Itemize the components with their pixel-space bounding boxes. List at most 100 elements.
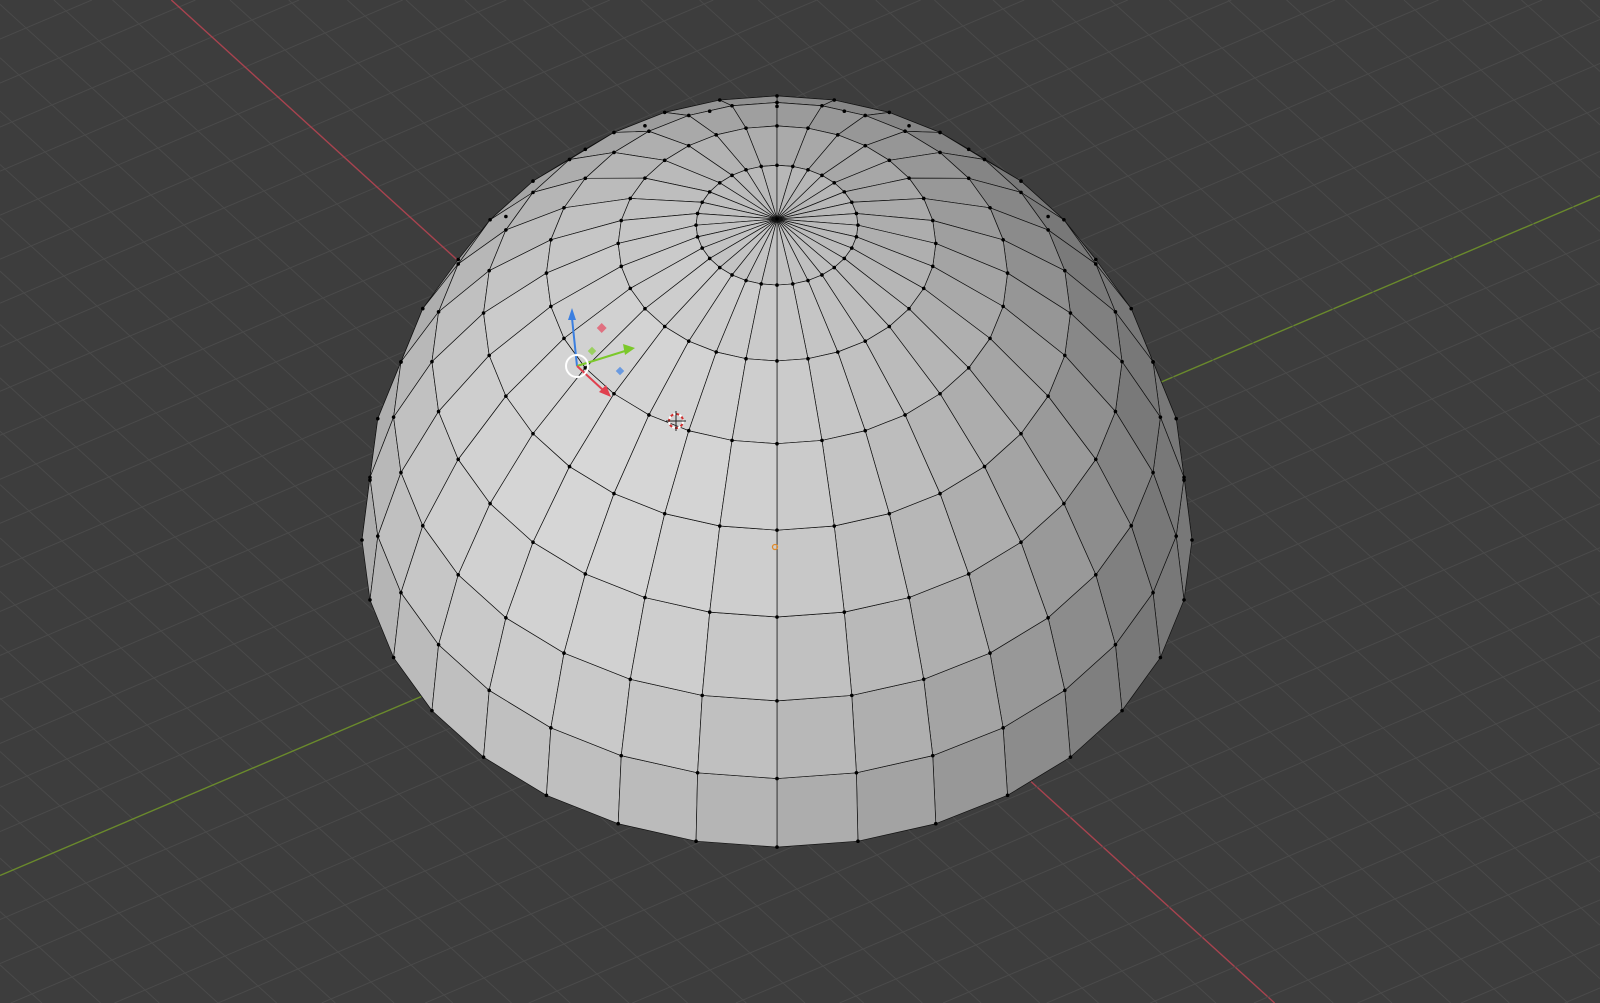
grid-line — [1168, 0, 1600, 393]
mesh-vertex — [562, 651, 566, 655]
mesh-vertex — [966, 147, 971, 152]
grid-line — [1227, 0, 1600, 339]
mesh-vertex — [775, 163, 779, 168]
mesh-vertex — [744, 126, 748, 130]
mesh-vertex — [966, 176, 971, 181]
mesh-face — [776, 525, 845, 618]
mesh-vertex — [1093, 257, 1098, 262]
mesh-vertex — [775, 776, 779, 781]
mesh-vertex — [391, 655, 396, 660]
mesh-vertex — [842, 610, 847, 614]
mesh-vertex — [456, 572, 461, 577]
grid-line — [0, 0, 196, 84]
mesh-vertex — [562, 206, 566, 210]
3d-viewport[interactable] — [0, 0, 1600, 1003]
mesh-vertex — [835, 350, 840, 354]
mesh-vertex — [612, 150, 616, 155]
mesh-vertex — [628, 286, 633, 291]
mesh-vertex — [887, 158, 892, 163]
mesh-vertex — [930, 753, 935, 758]
mesh-vertex — [504, 615, 508, 620]
mesh-vertex — [988, 206, 992, 210]
mesh-vertex — [1120, 359, 1124, 364]
mesh-vertex — [966, 572, 971, 576]
mesh-vertex — [360, 538, 364, 542]
mesh-vertex — [832, 181, 837, 185]
mesh-vertex — [790, 164, 795, 169]
mesh-vertex — [686, 143, 691, 148]
mesh-vertex — [481, 311, 486, 315]
mesh-vertex — [399, 470, 403, 475]
mesh-vertex — [647, 413, 651, 417]
mesh-vertex — [391, 415, 396, 419]
mesh-vertex — [1046, 394, 1050, 398]
mesh-vertex — [730, 103, 734, 108]
grid-line — [1564, 987, 1600, 1003]
mesh-vertex — [820, 173, 824, 178]
mesh-vertex — [619, 753, 624, 758]
mesh-vertex — [694, 223, 698, 227]
grid-line — [1150, 811, 1600, 1003]
mesh-vertex — [686, 428, 691, 433]
mesh-vertex — [854, 770, 859, 775]
grid-line — [0, 964, 43, 1003]
mesh-vertex — [628, 677, 633, 682]
grid-line — [0, 0, 93, 40]
mesh-vertex — [686, 113, 691, 118]
mesh-vertex — [907, 176, 911, 180]
mesh-vertex — [436, 310, 441, 314]
mesh-vertex — [775, 845, 779, 849]
mesh-vertex — [707, 610, 712, 614]
grid-line — [0, 857, 160, 1003]
mesh-vertex — [730, 438, 734, 443]
mesh-vertex — [921, 196, 926, 201]
mesh-vertex — [806, 278, 810, 283]
mesh-vertex — [775, 528, 779, 532]
mesh-vertex — [694, 839, 698, 843]
grid-line — [0, 0, 507, 216]
mesh-vertex — [583, 572, 588, 576]
mesh-object[interactable] — [360, 94, 1194, 849]
mesh-vertex — [700, 246, 705, 250]
mesh-vertex — [531, 190, 535, 195]
grid-line — [1460, 943, 1600, 1003]
mesh-vertex — [907, 306, 911, 311]
mesh-vertex — [982, 464, 987, 469]
mesh-vertex — [775, 615, 779, 619]
mesh-vertex — [717, 524, 722, 528]
mesh-vertex — [887, 110, 892, 115]
mesh-vertex — [1063, 688, 1067, 693]
mesh-vertex — [619, 218, 624, 223]
mesh-vertex — [1005, 793, 1010, 798]
mesh-vertex — [612, 130, 616, 135]
mesh-vertex — [420, 523, 425, 528]
grid-line — [1462, 0, 1600, 126]
mesh-vertex — [714, 133, 719, 137]
mesh-vertex — [775, 124, 779, 128]
mesh-vertex — [938, 491, 942, 496]
mesh-vertex — [1151, 470, 1155, 475]
mesh-vertex — [643, 176, 647, 180]
mesh-vertex — [849, 246, 854, 250]
mesh-vertex — [832, 524, 837, 528]
mesh-vertex — [1005, 271, 1010, 275]
mesh-vertex — [1151, 360, 1155, 364]
mesh-vertex — [863, 428, 868, 433]
mesh-vertex — [1093, 262, 1098, 266]
mesh-vertex — [775, 283, 779, 287]
mesh-vertex — [612, 391, 616, 396]
mesh-vertex — [1063, 353, 1067, 358]
mesh-vertex — [662, 110, 667, 115]
mesh-vertex — [1001, 726, 1005, 730]
mesh-vertex — [835, 133, 840, 137]
mesh-vertex — [849, 200, 854, 205]
mesh-vertex — [562, 336, 566, 341]
mesh-vertex — [504, 214, 508, 219]
mesh-vertex — [820, 438, 824, 443]
mesh-vertex — [1019, 540, 1023, 545]
mesh-vertex — [700, 200, 705, 205]
viewport-canvas[interactable] — [0, 0, 1600, 1003]
mesh-vertex — [488, 217, 492, 222]
mesh-vertex — [504, 394, 508, 398]
grid-line — [1403, 0, 1600, 179]
